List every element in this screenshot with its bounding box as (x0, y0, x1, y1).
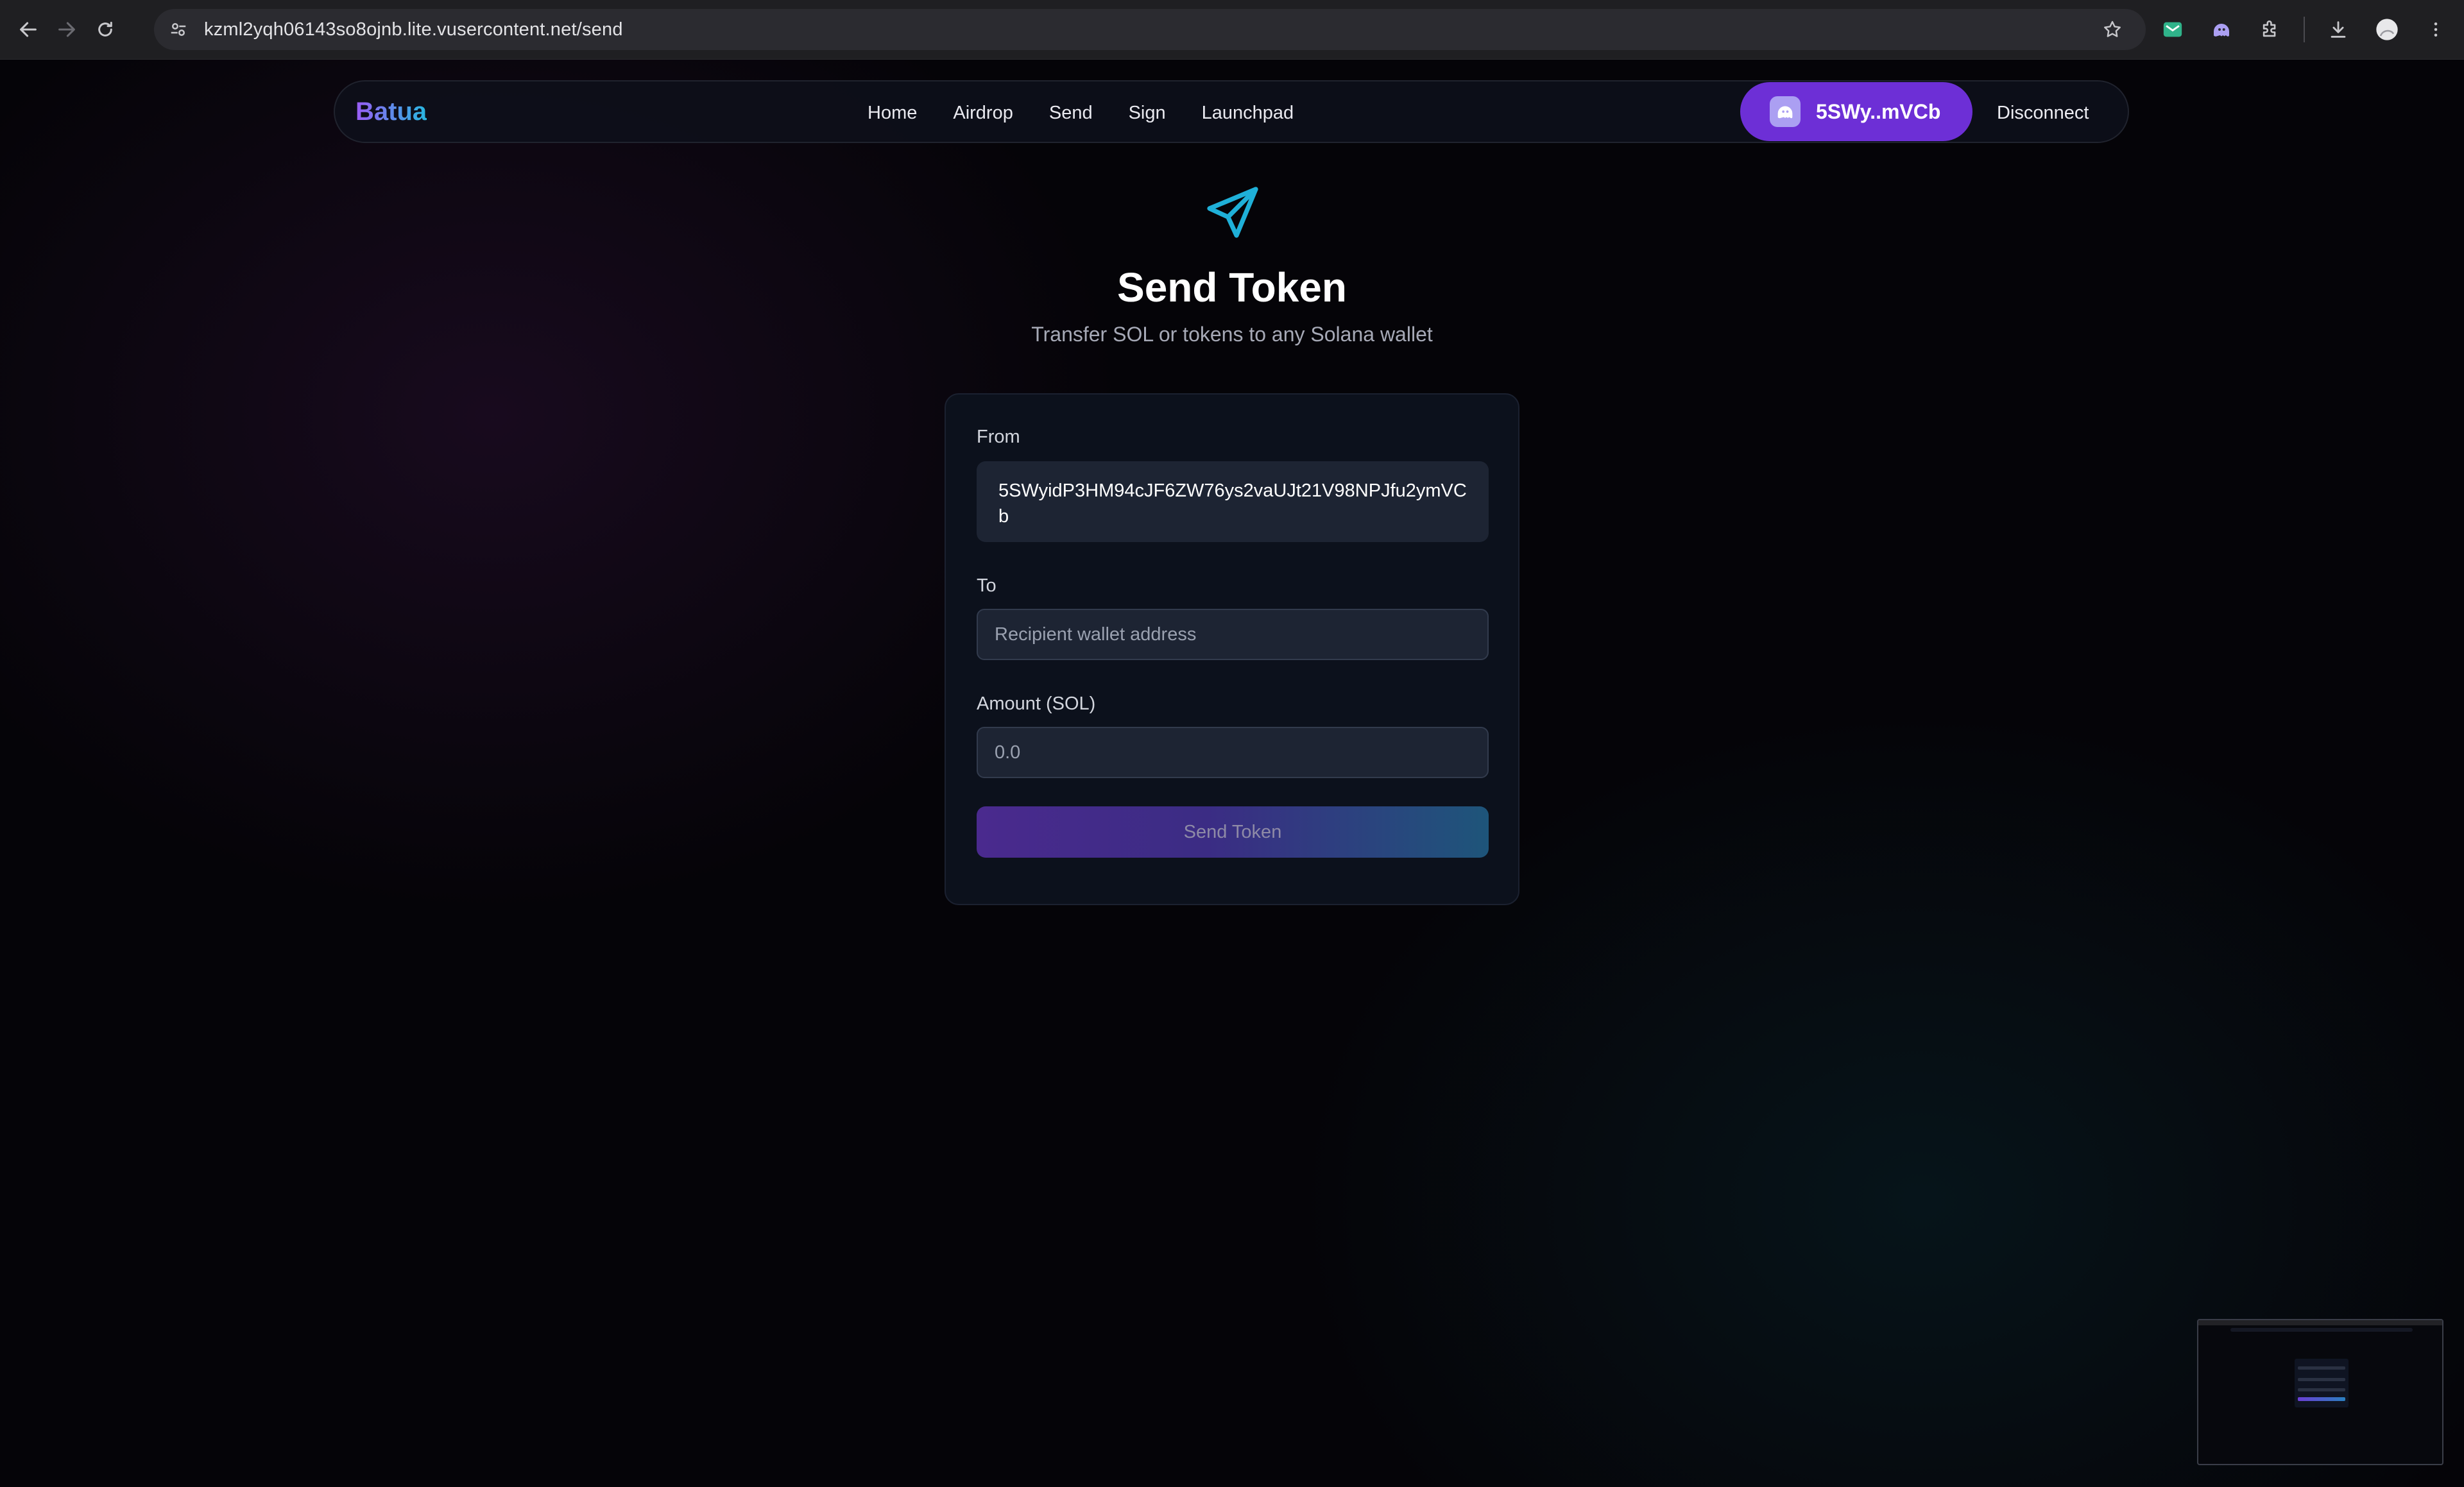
nav-link-airdrop[interactable]: Airdrop (953, 103, 1013, 124)
forward-button[interactable] (47, 10, 86, 49)
send-paper-plane-icon (1207, 187, 1258, 238)
puzzle-extensions-icon[interactable] (2255, 14, 2286, 45)
nav-link-home[interactable]: Home (868, 103, 917, 124)
wallet-button[interactable]: 5SWy..mVCb (1740, 82, 1972, 141)
amount-label: Amount (SOL) (977, 693, 1096, 714)
send-form-card: From 5SWyidP3HM94cJF6ZW76ys2vaUJt21V98NP… (945, 393, 1519, 905)
from-label: From (977, 427, 1020, 447)
thumbnail-button (2298, 1397, 2345, 1401)
reload-button[interactable] (86, 10, 124, 49)
thumbnail-toolbar (2198, 1320, 2442, 1325)
browser-toolbar: kzml2yqh06143so8ojnb.lite.vusercontent.n… (0, 0, 2464, 60)
thumbnail-field (2298, 1366, 2345, 1370)
nav-menu: Home Airdrop Send Sign Launchpad (868, 81, 1294, 144)
page-subtitle: Transfer SOL or tokens to any Solana wal… (1031, 323, 1433, 346)
phantom-ghost-icon (1770, 96, 1801, 127)
disconnect-button[interactable]: Disconnect (1997, 81, 2089, 144)
screen-preview-thumbnail (2197, 1319, 2443, 1465)
arrow-left-icon (20, 22, 37, 37)
recipient-address-input[interactable] (977, 609, 1489, 660)
reload-icon (98, 21, 112, 37)
page-content: Batua Home Airdrop Send Sign Launchpad 5… (0, 60, 2464, 1487)
phantom-extension-icon[interactable] (2206, 14, 2237, 45)
app-navbar: Batua Home Airdrop Send Sign Launchpad 5… (334, 80, 2129, 143)
from-address-field: 5SWyidP3HM94cJF6ZW76ys2vaUJt21V98NPJfu2y… (977, 461, 1489, 542)
thumbnail-field (2298, 1378, 2345, 1381)
amount-input[interactable] (977, 727, 1489, 778)
download-icon[interactable] (2323, 14, 2354, 45)
thumbnail-navbar (2230, 1328, 2413, 1332)
back-button[interactable] (9, 10, 47, 49)
send-token-button[interactable]: Send Token (977, 806, 1489, 858)
nav-link-launchpad[interactable]: Launchpad (1202, 103, 1294, 124)
to-label: To (977, 575, 997, 596)
url-text[interactable]: kzml2yqh06143so8ojnb.lite.vusercontent.n… (204, 19, 623, 40)
profile-avatar-icon[interactable] (2372, 14, 2402, 45)
nav-link-send[interactable]: Send (1049, 103, 1093, 124)
wallet-address-short: 5SWy..mVCb (1816, 99, 1941, 123)
nav-link-sign[interactable]: Sign (1129, 103, 1166, 124)
thumbnail-field (2298, 1388, 2345, 1391)
arrow-right-icon (58, 22, 75, 37)
extensions-area (2157, 12, 2451, 47)
bookmark-star-icon[interactable] (2098, 15, 2126, 44)
site-info-icon[interactable] (166, 17, 191, 42)
browser-menu-icon[interactable] (2420, 14, 2451, 45)
brand-logo[interactable]: Batua (355, 98, 427, 126)
toolbar-separator (2304, 17, 2305, 42)
page-title: Send Token (1117, 264, 1347, 310)
mail-extension-icon[interactable] (2157, 14, 2188, 45)
address-bar[interactable]: kzml2yqh06143so8ojnb.lite.vusercontent.n… (154, 9, 2146, 50)
